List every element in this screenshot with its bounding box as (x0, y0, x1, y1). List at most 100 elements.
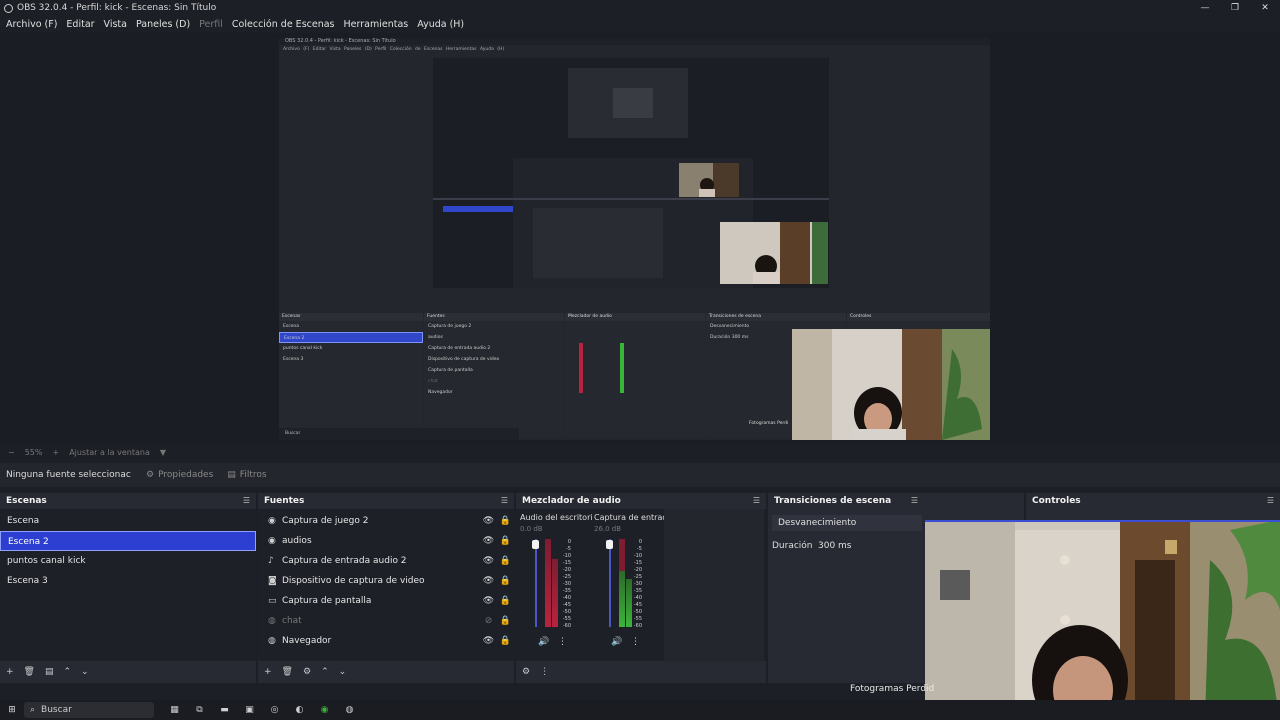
preview-screen-capture[interactable]: OBS 32.0.4 - Perfil: kick - Escenas: Sin… (279, 38, 990, 440)
mixer-toolbar: ⚙ ⋮ (516, 661, 766, 683)
volume-slider-knob[interactable] (606, 540, 613, 549)
source-item[interactable]: ▭ Captura de pantalla 👁 🔒 (258, 591, 514, 611)
move-up-button[interactable]: ⌃ (64, 667, 72, 677)
meter-tick-label: -20 (562, 567, 571, 573)
meter-tick-label: -35 (633, 588, 642, 594)
widgets-icon[interactable]: ▦ (162, 705, 187, 715)
menu-paneles[interactable]: Paneles (D) (136, 19, 190, 30)
nested-taskbar: Buscar (279, 428, 519, 440)
source-item[interactable]: ◉ Captura de juego 2 👁 🔒 (258, 511, 514, 531)
scene-item[interactable]: puntos canal kick (0, 551, 256, 571)
meter-scale: 0 -5 -10 -15 -20 -25 -30 -35 -40 -45 -50 -55 -60 (557, 539, 571, 630)
remove-scene-button[interactable]: 🗑 (24, 667, 35, 677)
lock-icon[interactable]: 🔒 (497, 596, 514, 606)
zoom-dropdown-icon[interactable]: ▼ (160, 448, 166, 457)
source-item[interactable]: ◍ Navegador 👁 🔒 (258, 631, 514, 651)
add-source-button[interactable]: + (264, 667, 272, 677)
menu-editar[interactable]: Editar (66, 19, 94, 30)
speaker-mute-icon[interactable]: 🔊 (538, 637, 549, 647)
minimize-button[interactable]: — (1190, 0, 1220, 16)
mixer-channel-db: 26.0 dB (594, 525, 622, 533)
store-icon[interactable]: ▣ (237, 705, 262, 715)
volume-slider-track[interactable] (535, 539, 537, 627)
volume-slider-knob[interactable] (532, 540, 539, 549)
file-explorer-icon[interactable]: ▬ (212, 705, 237, 715)
duration-input[interactable]: 300 ms (814, 538, 922, 554)
meter-tick-label: -5 (566, 546, 571, 552)
menu-vista[interactable]: Vista (104, 19, 127, 30)
app-icon[interactable]: ◐ (287, 705, 312, 715)
dock-menu-icon[interactable]: ☰ (1267, 496, 1274, 505)
eye-icon[interactable]: 👁 (480, 556, 497, 566)
eye-hidden-icon[interactable]: ⊘ (480, 616, 497, 626)
taskbar-search[interactable]: ⌕ Buscar (24, 702, 154, 718)
volume-slider-track[interactable] (609, 539, 611, 627)
transition-select[interactable]: Desvanecimiento (772, 515, 922, 531)
eye-icon[interactable]: 👁 (480, 576, 497, 586)
app-green-icon[interactable]: ◉ (312, 705, 337, 715)
meter-tick-label: -45 (633, 602, 642, 608)
mixer-channel-name: Audio del escritori (520, 513, 593, 522)
source-item[interactable]: ◉ audios 👁 🔒 (258, 531, 514, 551)
obs-taskbar-icon[interactable]: ◍ (337, 705, 362, 715)
no-source-selected-label: Ninguna fuente seleccionac (6, 470, 131, 480)
eye-icon[interactable]: 👁 (480, 596, 497, 606)
nested-webcam-small (720, 222, 828, 284)
close-button[interactable]: ✕ (1250, 0, 1280, 16)
channel-menu-icon[interactable]: ⋮ (558, 637, 567, 647)
lock-icon[interactable]: 🔒 (497, 516, 514, 526)
properties-button[interactable]: ⚙ Propiedades (146, 470, 213, 480)
speaker-mute-icon[interactable]: 🔊 (611, 637, 622, 647)
move-down-button[interactable]: ⌄ (339, 667, 347, 677)
source-item[interactable]: ♪ Captura de entrada audio 2 👁 🔒 (258, 551, 514, 571)
search-icon: ⌕ (30, 705, 36, 715)
filters-button[interactable]: ▤ Filtros (227, 470, 266, 480)
task-view-icon[interactable]: ⧉ (187, 705, 212, 715)
lock-icon[interactable]: 🔒 (497, 556, 514, 566)
maximize-button[interactable]: ❐ (1220, 0, 1250, 16)
source-properties-button[interactable]: ⚙ (303, 667, 311, 677)
channel-menu-icon[interactable]: ⋮ (631, 637, 640, 647)
zoom-level[interactable]: 55% (25, 448, 43, 457)
filter-icon: ▤ (227, 470, 236, 480)
remove-source-button[interactable]: 🗑 (282, 667, 293, 677)
lock-icon[interactable]: 🔒 (497, 576, 514, 586)
scene-item[interactable]: Escena 3 (0, 571, 256, 591)
fit-window-label[interactable]: Ajustar a la ventana (69, 448, 150, 457)
menu-perfil[interactable]: Perfil (199, 19, 223, 30)
monitor-icon: ▭ (268, 596, 277, 606)
chrome-icon[interactable]: ◎ (262, 705, 287, 715)
globe-icon: ◍ (268, 616, 276, 626)
move-down-button[interactable]: ⌄ (81, 667, 89, 677)
transitions-title: Transiciones de escena (774, 495, 892, 506)
add-scene-button[interactable]: + (6, 667, 14, 677)
lock-icon[interactable]: 🔒 (497, 636, 514, 646)
dock-menu-icon[interactable]: ☰ (501, 496, 508, 505)
dock-menu-icon[interactable]: ☰ (911, 496, 918, 505)
scene-item-selected[interactable]: Escena 2 (0, 531, 256, 551)
zoom-out-button[interactable]: − (8, 448, 15, 457)
eye-icon[interactable]: 👁 (480, 516, 497, 526)
windows-start-icon[interactable]: ⊞ (0, 705, 24, 715)
camera-icon: ◙ (268, 576, 277, 586)
eye-icon[interactable]: 👁 (480, 536, 497, 546)
dock-menu-icon[interactable]: ☰ (753, 496, 760, 505)
menu-coleccion-escenas[interactable]: Colección de Escenas (232, 19, 335, 30)
scene-item[interactable]: Escena (0, 511, 256, 531)
eye-icon[interactable]: 👁 (480, 636, 497, 646)
scene-filters-button[interactable]: ▤ (45, 667, 54, 677)
source-item[interactable]: ◙ Dispositivo de captura de video 👁 🔒 (258, 571, 514, 591)
move-up-button[interactable]: ⌃ (321, 667, 329, 677)
lock-icon[interactable]: 🔒 (497, 536, 514, 546)
zoom-in-button[interactable]: + (52, 448, 59, 457)
dock-menu-icon[interactable]: ☰ (243, 496, 250, 505)
menu-ayuda[interactable]: Ayuda (H) (417, 19, 464, 30)
menu-archivo[interactable]: Archivo (F) (6, 19, 57, 30)
meter-tick-label: -55 (633, 616, 642, 622)
menu-herramientas[interactable]: Herramientas (344, 19, 409, 30)
sources-toolbar: + 🗑 ⚙ ⌃ ⌄ (258, 661, 514, 683)
lock-icon[interactable]: 🔒 (497, 616, 514, 626)
mixer-menu-icon[interactable]: ⋮ (540, 667, 549, 677)
mixer-settings-icon[interactable]: ⚙ (522, 667, 530, 677)
source-item-hidden[interactable]: ◍ chat ⊘ 🔒 (258, 611, 514, 631)
